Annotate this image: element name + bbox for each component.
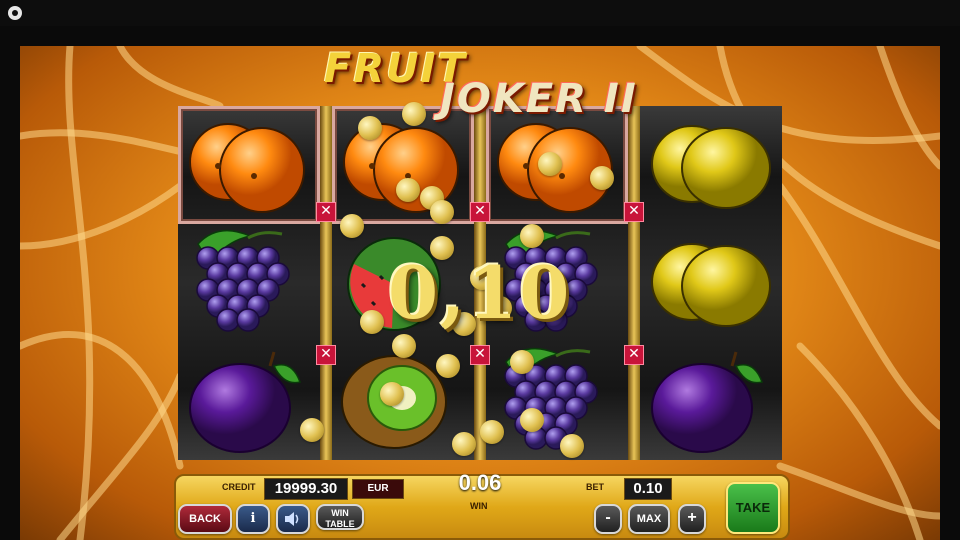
top-bar bbox=[0, 0, 960, 26]
win-line-marker: ✕ bbox=[316, 202, 336, 222]
win-amount-overlay: 0,10 bbox=[388, 250, 572, 335]
coin bbox=[360, 310, 384, 334]
coin bbox=[340, 214, 364, 238]
grapes-symbol bbox=[178, 224, 320, 342]
plum-symbol bbox=[178, 342, 320, 460]
orange-symbol bbox=[178, 106, 320, 224]
take-button[interactable]: TAKE bbox=[726, 482, 780, 534]
reel-separator bbox=[628, 106, 640, 460]
coin bbox=[452, 432, 476, 456]
win-line-marker: ✕ bbox=[470, 202, 490, 222]
win-table-label-1: WIN bbox=[331, 508, 349, 518]
bet-decrease-button[interactable]: - bbox=[594, 504, 622, 534]
bet-increase-button[interactable]: + bbox=[678, 504, 706, 534]
reel-separator bbox=[320, 106, 332, 460]
bet-value: 0.10 bbox=[624, 478, 672, 500]
win-line-marker: ✕ bbox=[316, 345, 336, 365]
win-table-button[interactable]: WIN TABLE bbox=[316, 504, 364, 530]
coin bbox=[380, 382, 404, 406]
info-button[interactable]: i bbox=[236, 504, 270, 534]
coin bbox=[402, 102, 426, 126]
coin bbox=[590, 166, 614, 190]
coin bbox=[396, 178, 420, 202]
speaker-icon bbox=[285, 512, 299, 526]
menu-icon[interactable] bbox=[8, 6, 22, 20]
win-line-marker: ✕ bbox=[470, 345, 490, 365]
lemon-symbol bbox=[640, 106, 782, 224]
win-line-marker: ✕ bbox=[624, 345, 644, 365]
reel-1 bbox=[178, 106, 320, 460]
coin bbox=[520, 224, 544, 248]
coin bbox=[520, 408, 544, 432]
coin bbox=[358, 116, 382, 140]
lemon-symbol bbox=[640, 224, 782, 342]
coin bbox=[480, 420, 504, 444]
logo-line-2: JOKER II bbox=[440, 76, 638, 122]
coin bbox=[392, 334, 416, 358]
win-label: WIN bbox=[470, 501, 488, 511]
grapes-symbol bbox=[486, 342, 628, 460]
credit-value: 19999.30 bbox=[264, 478, 348, 500]
win-line-marker: ✕ bbox=[624, 202, 644, 222]
coin bbox=[300, 418, 324, 442]
back-button[interactable]: BACK bbox=[178, 504, 232, 534]
sound-button[interactable] bbox=[276, 504, 310, 534]
coin bbox=[538, 152, 562, 176]
win-table-label-2: TABLE bbox=[325, 519, 355, 529]
coin bbox=[560, 434, 584, 458]
currency-badge: EUR bbox=[352, 479, 404, 499]
bet-label: BET bbox=[586, 482, 604, 492]
coin bbox=[510, 350, 534, 374]
plum-symbol bbox=[640, 342, 782, 460]
reel-4 bbox=[640, 106, 782, 460]
win-value: 0.06 bbox=[458, 470, 502, 495]
coin bbox=[436, 354, 460, 378]
max-bet-button[interactable]: MAX bbox=[628, 504, 670, 534]
credit-label: CREDIT bbox=[222, 482, 256, 492]
coin bbox=[430, 200, 454, 224]
